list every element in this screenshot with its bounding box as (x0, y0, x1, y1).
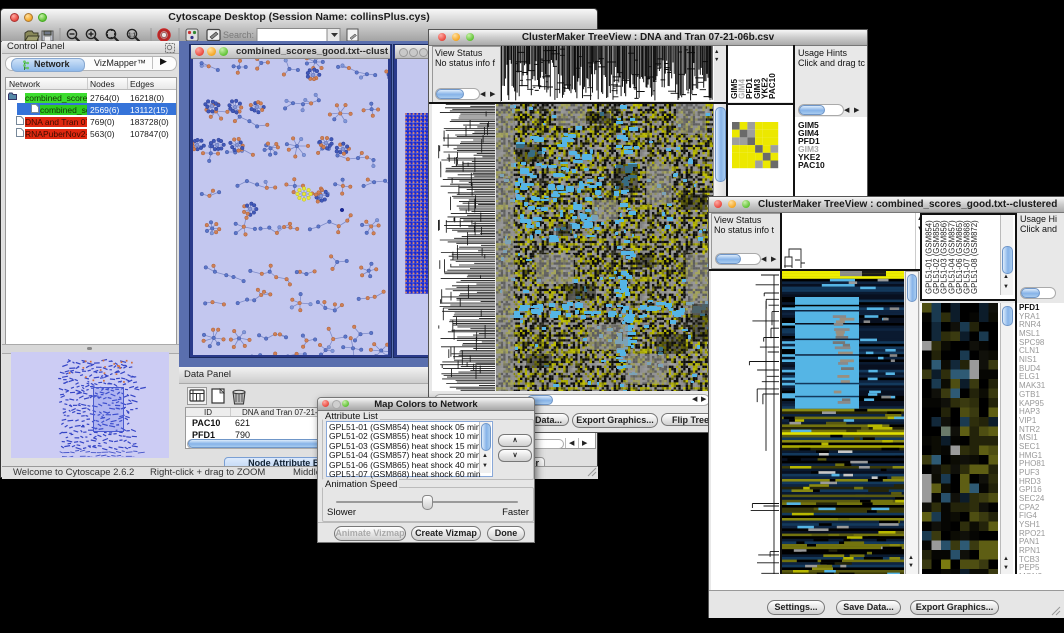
svg-text:Search:: Search: (223, 30, 254, 40)
svg-text:1:1: 1:1 (128, 32, 135, 38)
svg-text:PAC10: PAC10 (768, 73, 777, 99)
svg-text:GPL51-08 (GSM872): GPL51-08 (GSM872) (970, 220, 979, 294)
